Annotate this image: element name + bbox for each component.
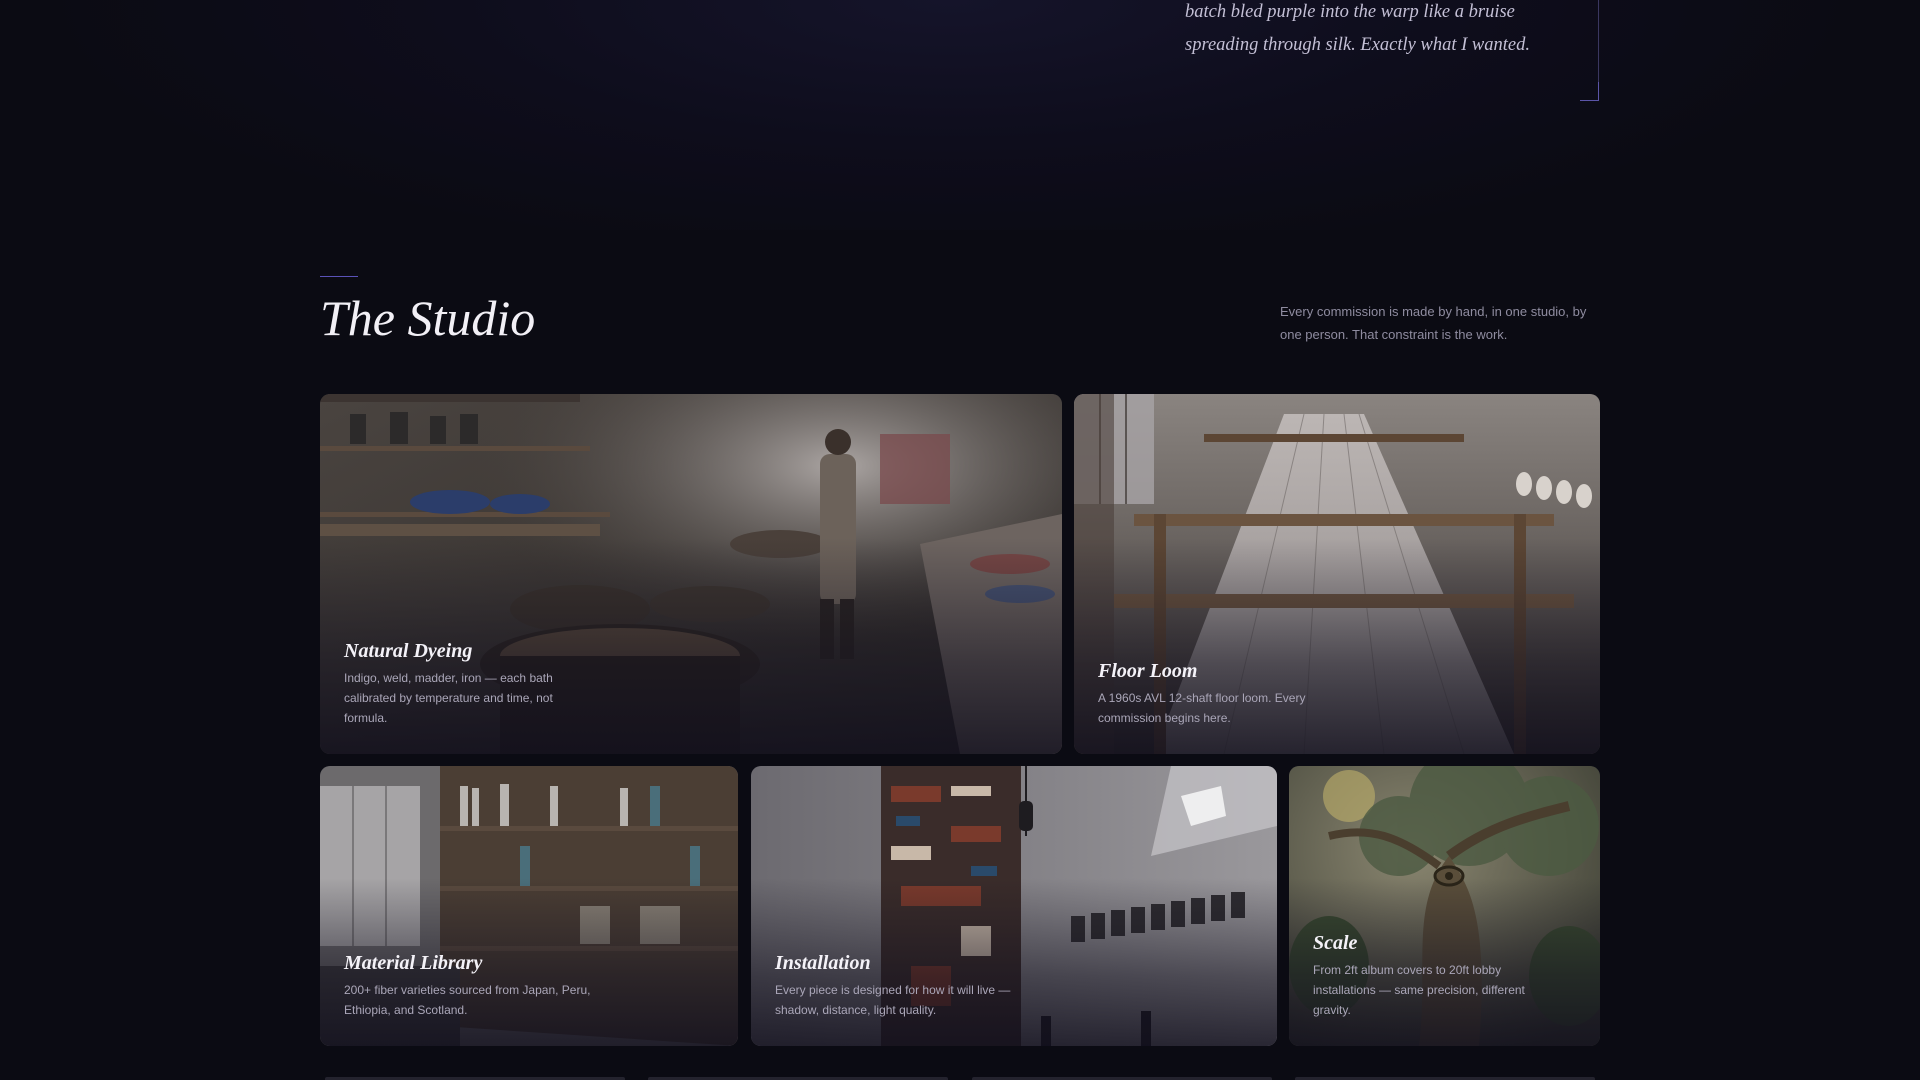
card-description: From 2ft album covers to 20ft lobby inst…: [1313, 963, 1525, 1017]
section-accent-line: [320, 276, 358, 277]
card-title: Material Library: [344, 952, 483, 974]
card-title: Floor Loom: [1098, 660, 1198, 682]
card-title: Natural Dyeing: [344, 640, 473, 662]
section-title: The Studio: [320, 290, 536, 346]
hero-background: [0, 0, 1920, 230]
card-title: Installation: [775, 952, 871, 974]
studio-card-scale[interactable]: Scale From 2ft album covers to 20ft lobb…: [1289, 766, 1600, 1046]
testimonial-quote: batch bled purple into the warp like a b…: [1185, 2, 1530, 55]
studio-card-natural-dyeing[interactable]: Natural Dyeing Indigo, weld, madder, iro…: [320, 394, 1062, 754]
card-description: Every piece is designed for how it will …: [775, 983, 1011, 1017]
studio-card-installation[interactable]: Installation Every piece is designed for…: [751, 766, 1277, 1046]
card-description: Indigo, weld, madder, iron — each bath c…: [344, 671, 553, 725]
studio-card-floor-loom[interactable]: Floor Loom A 1960s AVL 12-shaft floor lo…: [1074, 394, 1600, 754]
card-description: A 1960s AVL 12-shaft floor loom. Every c…: [1098, 691, 1306, 725]
section-description: Every commission is made by hand, in one…: [1280, 304, 1587, 342]
card-description: 200+ fiber varieties sourced from Japan,…: [344, 983, 591, 1017]
card-title: Scale: [1313, 932, 1358, 954]
studio-card-material-library[interactable]: Material Library 200+ fiber varieties so…: [320, 766, 738, 1046]
quote-corner-ornament: [1580, 82, 1599, 101]
